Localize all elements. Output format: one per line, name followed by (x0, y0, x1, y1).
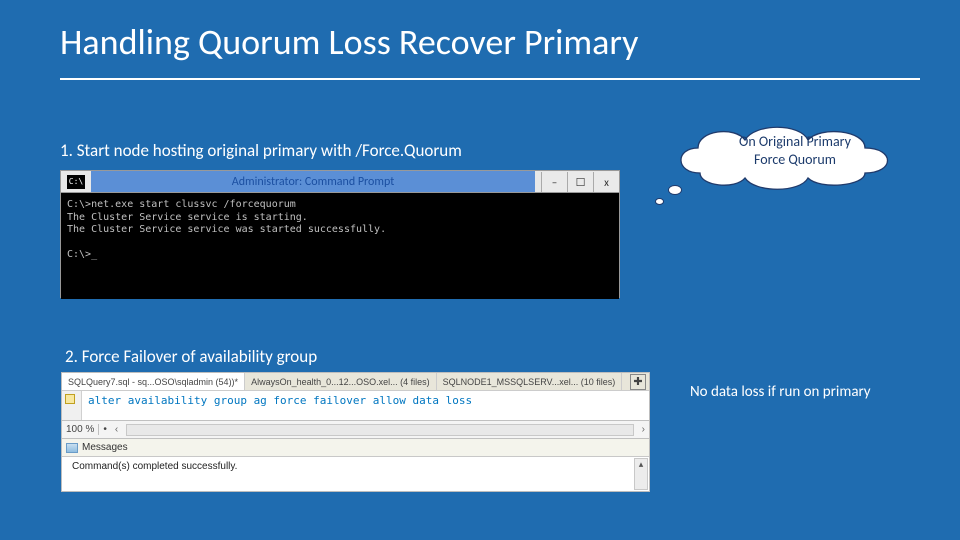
cmd-icon: C:\ (67, 175, 85, 189)
ssms-messages-tab-label: Messages (82, 442, 128, 453)
slide-title: Handling Quorum Loss Recover Primary (60, 20, 638, 64)
title-underline (60, 78, 920, 80)
ssms-line-marker-icon (65, 394, 75, 404)
cmd-window-title: Administrator: Command Prompt (91, 171, 535, 192)
ssms-hscroll-right[interactable]: › (638, 424, 649, 435)
cmd-titlebar: C:\ Administrator: Command Prompt – ☐ x (61, 171, 619, 193)
maximize-button[interactable]: ☐ (567, 172, 593, 192)
cmd-window-buttons: – ☐ x (541, 171, 619, 192)
ssms-tabbar: SQLQuery7.sql - sq...OSO\sqladmin (54))*… (62, 373, 649, 391)
ssms-gutter (62, 391, 82, 420)
command-prompt-window: C:\ Administrator: Command Prompt – ☐ x … (60, 170, 620, 298)
ssms-tab-node[interactable]: SQLNODE1_MSSQLSERV...xel... (10 files) (437, 373, 623, 390)
ssms-zoombar: 100 % • ‹ › (62, 421, 649, 439)
close-button[interactable]: x (593, 172, 619, 192)
ssms-window: SQLQuery7.sql - sq...OSO\sqladmin (54))*… (61, 372, 650, 492)
cloud-callout-text: On Original Primary Force Quorum (700, 133, 890, 168)
ssms-hscroll-left[interactable]: ‹ (111, 424, 122, 435)
ssms-messages-body: Command(s) completed successfully. ▴ (62, 457, 649, 491)
cloud-line1: On Original Primary (739, 133, 851, 150)
note-no-data-loss: No data loss if run on primary (690, 383, 871, 401)
ssms-zoom-level[interactable]: 100 % (62, 424, 99, 435)
ssms-hscroll-track[interactable] (126, 424, 633, 436)
ssms-vscroll[interactable]: ▴ (634, 458, 648, 490)
cloud-bubble-icon (668, 185, 682, 195)
step2-label: 2. Force Failover of availability group (65, 346, 317, 367)
cmd-body[interactable]: C:\>net.exe start clussvc /forcequorum T… (61, 193, 619, 299)
ssms-messages-tab[interactable]: Messages (62, 439, 649, 457)
cloud-bubble-icon (655, 198, 664, 205)
messages-icon (66, 443, 78, 453)
ssms-messages-text: Command(s) completed successfully. (72, 461, 237, 472)
ssms-tab-health[interactable]: AlwaysOn_health_0...12...OSO.xel... (4 f… (245, 373, 437, 390)
cloud-line2: Force Quorum (754, 151, 836, 168)
ssms-tab-query[interactable]: SQLQuery7.sql - sq...OSO\sqladmin (54))* (62, 373, 245, 390)
ssms-new-tab-button[interactable]: ✚ (630, 374, 646, 390)
ssms-query-text[interactable]: alter availability group ag force failov… (82, 391, 649, 420)
ssms-editor[interactable]: alter availability group ag force failov… (62, 391, 649, 421)
ssms-zoom-bullet: • (99, 424, 111, 435)
ssms-vscroll-up-icon[interactable]: ▴ (639, 459, 644, 470)
step1-label: 1. Start node hosting original primary w… (60, 140, 462, 161)
minimize-button[interactable]: – (541, 172, 567, 192)
